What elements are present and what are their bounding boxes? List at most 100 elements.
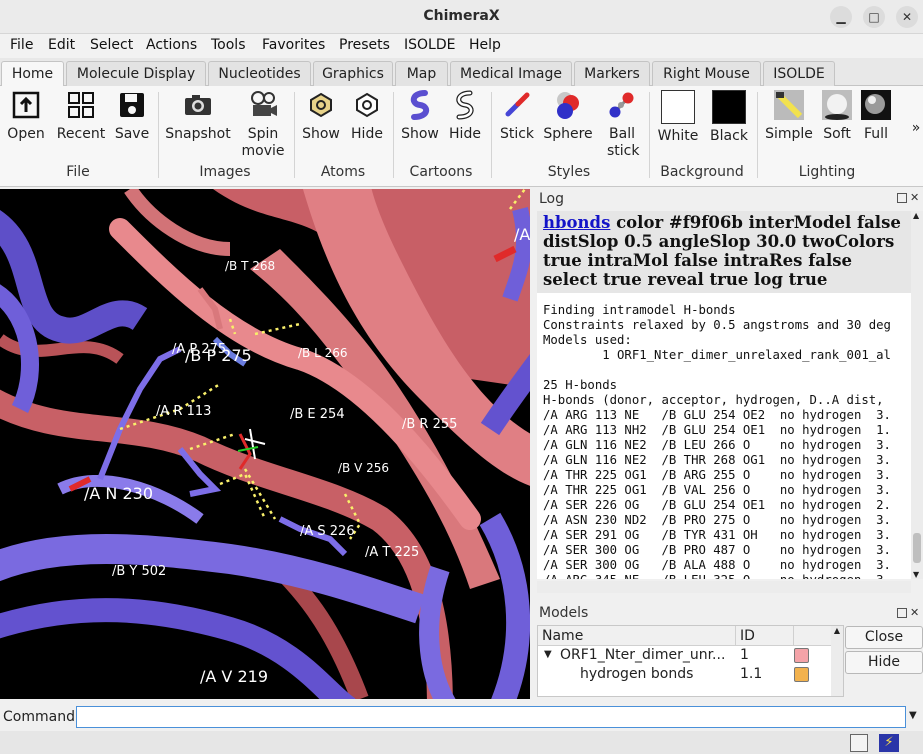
menu-actions[interactable]: Actions xyxy=(146,37,197,53)
ribbon-more-button[interactable]: » xyxy=(910,120,922,137)
tab-markers[interactable]: Markers xyxy=(574,61,650,86)
model-name[interactable]: hydrogen bonds xyxy=(580,666,693,682)
recent-button[interactable]: Recent xyxy=(54,90,108,143)
log-scrollbar[interactable]: ▲ ▼ xyxy=(911,211,923,579)
models-scrollbar[interactable]: ▲ xyxy=(831,626,843,696)
residue-label: /A xyxy=(514,225,530,244)
tab-isolde[interactable]: ISOLDE xyxy=(763,61,835,86)
soft-label: Soft xyxy=(823,126,851,142)
menu-presets[interactable]: Presets xyxy=(339,37,390,53)
expand-toggle-icon[interactable]: ▼ xyxy=(544,649,552,660)
scroll-up-arrow[interactable]: ▲ xyxy=(913,211,919,220)
tab-right-mouse[interactable]: Right Mouse xyxy=(652,61,761,86)
hide-atoms-label: Hide xyxy=(351,126,383,142)
model-color-swatch[interactable] xyxy=(794,667,809,682)
stick-button[interactable]: Stick xyxy=(496,90,538,143)
menu-file[interactable]: File xyxy=(10,37,33,53)
log-output: Finding intramodel H-bonds Constraints re… xyxy=(537,293,911,579)
soft-lighting-button[interactable]: Soft xyxy=(818,90,856,143)
minimize-button[interactable]: ▁ xyxy=(830,6,852,28)
hide-cartoons-button[interactable]: Hide xyxy=(444,90,486,143)
tab-map[interactable]: Map xyxy=(395,61,448,86)
spin-movie-button[interactable]: Spin movie xyxy=(238,90,288,160)
status-bar: ⚡ xyxy=(0,731,923,754)
save-button[interactable]: Save xyxy=(112,90,152,143)
save-floppy-icon xyxy=(120,93,144,117)
simple-label: Simple xyxy=(765,126,813,142)
full-lighting-button[interactable]: Full xyxy=(858,90,894,143)
command-label: Command: xyxy=(3,709,80,725)
open-button[interactable]: Open xyxy=(4,90,48,143)
residue-label: /B R 255 xyxy=(402,417,458,432)
model-name[interactable]: ORF1_Nter_dimer_unr... xyxy=(560,647,725,663)
simple-lighting-button[interactable]: Simple xyxy=(762,90,816,143)
graphics-viewport[interactable]: /B T 268 /A P 275 /B P 275 /B L 266 /A R… xyxy=(0,189,530,699)
group-label-styles: Styles xyxy=(547,164,591,180)
menu-bar: File Edit Select Actions Tools Favorites… xyxy=(0,34,923,58)
log-line: /A SER 300 OG /B PRO 487 O no hydrogen 3… xyxy=(543,543,891,557)
ball-stick-style-icon xyxy=(609,92,634,118)
snapshot-label: Snapshot xyxy=(165,126,231,142)
tab-home[interactable]: Home xyxy=(1,61,64,87)
group-label-file: File xyxy=(66,164,90,180)
recent-grid-icon xyxy=(68,92,94,118)
panel-float-icon[interactable] xyxy=(897,193,907,203)
tab-medical-image[interactable]: Medical Image xyxy=(450,61,572,86)
tab-molecule-display[interactable]: Molecule Display xyxy=(66,61,206,86)
menu-select[interactable]: Select xyxy=(90,37,133,53)
spin-movie-label: Spin movie xyxy=(241,126,285,159)
stick-style-icon xyxy=(505,92,530,117)
stick-label: Stick xyxy=(499,126,535,142)
log-line: /A GLN 116 NE2 /B THR 268 OG1 no hydroge… xyxy=(543,453,891,467)
maximize-button[interactable]: □ xyxy=(863,6,885,28)
ball-stick-button[interactable]: Ball stick xyxy=(600,90,644,160)
menu-tools[interactable]: Tools xyxy=(211,37,246,53)
scroll-thumb[interactable] xyxy=(913,533,921,563)
log-line: Finding intramodel H-bonds xyxy=(543,303,736,317)
menu-isolde[interactable]: ISOLDE xyxy=(404,37,455,53)
panel-close-icon[interactable]: ✕ xyxy=(910,606,919,619)
selection-inspector-icon[interactable] xyxy=(850,734,868,752)
log-line: /A ARG 113 NH2 /B GLU 254 OE1 no hydroge… xyxy=(543,423,891,437)
model-color-swatch[interactable] xyxy=(794,648,809,663)
open-icon xyxy=(12,91,40,119)
panel-float-icon[interactable] xyxy=(897,608,907,618)
hide-model-button[interactable]: Hide xyxy=(845,651,923,674)
tab-graphics[interactable]: Graphics xyxy=(313,61,393,86)
log-line: /A THR 225 OG1 /B VAL 256 O no hydrogen … xyxy=(543,483,891,497)
menu-edit[interactable]: Edit xyxy=(48,37,75,53)
command-history-dropdown-icon[interactable]: ▼ xyxy=(909,710,917,721)
log-line: /A ASN 230 ND2 /B PRO 275 O no hydrogen … xyxy=(543,513,891,527)
model-id: 1.1 xyxy=(740,666,763,682)
black-background-button[interactable]: Black xyxy=(706,90,752,145)
ribbon-toolbar: Open Recent Save Snapshot Spin movie Sho… xyxy=(0,86,923,187)
hide-atoms-button[interactable]: Hide xyxy=(346,90,388,143)
sphere-button[interactable]: Sphere xyxy=(542,90,594,143)
command-input[interactable] xyxy=(76,706,906,728)
show-atoms-button[interactable]: Show xyxy=(300,90,342,143)
group-label-lighting: Lighting xyxy=(798,164,856,180)
log-command-echo: hbonds color #f9f06b interModel false di… xyxy=(537,211,911,293)
menu-favorites[interactable]: Favorites xyxy=(262,37,325,53)
group-label-background: Background xyxy=(660,164,744,180)
title-bar: ChimeraX ▁ □ ✕ xyxy=(0,0,923,34)
column-header-id[interactable]: ID xyxy=(736,626,794,646)
snapshot-button[interactable]: Snapshot xyxy=(164,90,232,143)
close-model-button[interactable]: Close xyxy=(845,626,923,649)
black-swatch-icon xyxy=(712,90,746,124)
residue-label: /B V 256 xyxy=(338,461,390,475)
menu-help[interactable]: Help xyxy=(469,37,501,53)
hbonds-command-link[interactable]: hbonds xyxy=(543,213,610,232)
open-label: Open xyxy=(7,126,45,142)
column-header-color[interactable] xyxy=(794,626,834,646)
white-background-button[interactable]: White xyxy=(654,90,702,145)
log-hscrollbar[interactable] xyxy=(537,581,911,593)
close-window-button[interactable]: ✕ xyxy=(896,6,918,28)
graphics-rate-icon[interactable]: ⚡ xyxy=(879,734,899,752)
show-cartoons-button[interactable]: Show xyxy=(398,90,442,143)
panel-close-icon[interactable]: ✕ xyxy=(910,191,919,204)
scroll-down-arrow[interactable]: ▼ xyxy=(913,570,919,579)
tab-nucleotides[interactable]: Nucleotides xyxy=(208,61,311,86)
column-header-name[interactable]: Name xyxy=(538,626,736,646)
models-panel: Models ✕ Name ID ▼ ORF1_Nter_dimer_unr..… xyxy=(533,600,923,699)
